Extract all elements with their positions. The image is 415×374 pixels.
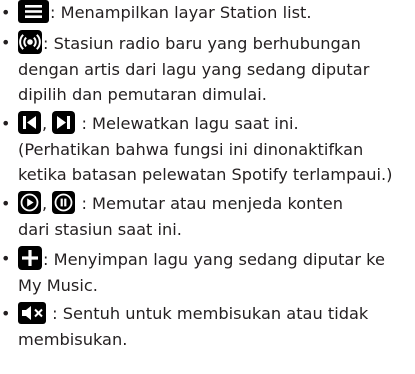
bullet: • (1, 304, 11, 323)
list-item-mute: • : Sentuh untuk membisukan atau tidak m… (0, 301, 413, 352)
bullet: • (1, 33, 11, 52)
list-item-station-list: • : Menampilkan layar Station list. (0, 0, 413, 26)
item-text-line: dengan artis dari lagu yang sedang diput… (18, 59, 370, 79)
bullet: • (1, 249, 11, 268)
list-item-radio: • : Stasiun radio baru yang berhubungan … (0, 30, 413, 108)
item-text-line: : Melewatkan lagu saat ini. (76, 114, 299, 133)
item-text-line: dari stasiun saat ini. (18, 219, 182, 239)
add-plus-icon (18, 246, 42, 270)
item-text-line: membisukan. (18, 329, 128, 349)
item-text-line: (Perhatikan bahwa fungsi ini dinonaktifk… (18, 139, 364, 159)
item-text-line: : Sentuh untuk membisukan atau tidak (47, 304, 369, 323)
icon-separator: , (42, 194, 48, 213)
item-text-line: dipilih dan pemutaran dimulai. (18, 85, 267, 104)
icon-separator: , (42, 114, 48, 133)
item-text-line: ketika batasan pelewatan Spotify terlamp… (18, 165, 393, 184)
skip-next-icon (52, 111, 76, 134)
bullet: • (1, 114, 11, 133)
bullet: • (1, 194, 11, 213)
icon-description-list: • : Menampilkan layar Station list. •: … (0, 0, 415, 374)
pause-icon (52, 191, 76, 214)
item-text-line: : Menampilkan layar Station list. (50, 3, 312, 22)
item-text-line: : Stasiun radio baru yang berhubungan (43, 34, 361, 53)
list-item-add: • : Menyimpan lagu yang sedang diputar k… (0, 246, 413, 298)
list-item-skip: • , : Melewatkan lagu saat ini. (Perhati… (0, 111, 413, 188)
mute-speaker-icon (18, 302, 46, 324)
station-list-menu-icon (18, 0, 49, 23)
bullet: • (1, 3, 11, 22)
item-text-line: My Music. (18, 275, 98, 295)
radio-broadcast-icon (18, 30, 42, 54)
item-text-line: : Menyimpan lagu yang sedang diputar ke (43, 250, 385, 269)
list-item-play-pause: • , : Memutar atau menjeda konten dari s… (0, 191, 413, 242)
skip-previous-icon (18, 111, 41, 134)
play-icon (18, 191, 41, 214)
item-text-line: : Memutar atau menjeda konten (76, 194, 343, 213)
